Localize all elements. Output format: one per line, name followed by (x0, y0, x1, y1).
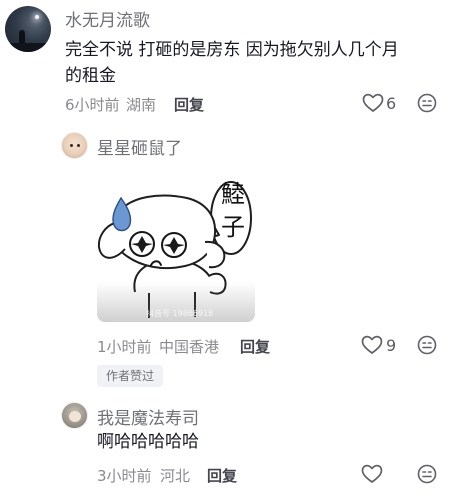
reply-button[interactable]: 回复 (240, 336, 270, 357)
comment-username[interactable]: 我是魔法寿司 (97, 404, 199, 429)
like-count: 9 (386, 336, 397, 355)
comment-time: 6小时前 (65, 96, 120, 114)
comment-text-line-2: 的租金 (65, 66, 116, 86)
sticker-text: 鯥子 (221, 180, 245, 241)
avatar-eye-left (70, 144, 73, 147)
comment-text: 啊哈哈哈哈哈 (97, 432, 199, 452)
person-silhouette (19, 30, 25, 44)
heart-icon[interactable] (361, 335, 383, 355)
avatar-user[interactable] (61, 402, 88, 429)
heart-icon[interactable] (361, 464, 383, 484)
sticker-watermark: 抖音号 19866918 (146, 309, 214, 318)
comment-username[interactable]: 星星砸鼠了 (97, 134, 182, 159)
avatar-eye-right (77, 144, 80, 147)
sad-face-icon[interactable] (417, 93, 437, 113)
comment-time: 1小时前 (97, 338, 152, 356)
reply-button[interactable]: 回复 (174, 94, 204, 115)
comment-location: 湖南 (126, 96, 157, 114)
heart-icon[interactable] (362, 93, 384, 113)
avatar-night-scene[interactable] (5, 6, 51, 52)
comment-username[interactable]: 水无月流歌 (65, 6, 150, 31)
sad-face-icon[interactable] (417, 335, 437, 355)
comment-location: 河北 (160, 467, 191, 485)
reply-button[interactable]: 回复 (207, 465, 237, 486)
comment-text-line-1: 完全不说 打砸的是房东 因为拖欠别人几个月 (65, 40, 399, 60)
like-count: 6 (386, 94, 397, 113)
moon-icon (35, 15, 39, 19)
comment-time: 3小时前 (97, 467, 152, 485)
ground-shape (5, 43, 51, 52)
sticker-image[interactable]: 鯥子 抖音号 19866918 (97, 168, 255, 322)
sad-face-icon[interactable] (417, 464, 437, 484)
avatar-face (69, 411, 81, 422)
comment-location: 中国香港 (159, 338, 220, 356)
author-liked-badge: 作者赞过 (97, 365, 163, 387)
avatar-cat[interactable] (61, 132, 88, 159)
